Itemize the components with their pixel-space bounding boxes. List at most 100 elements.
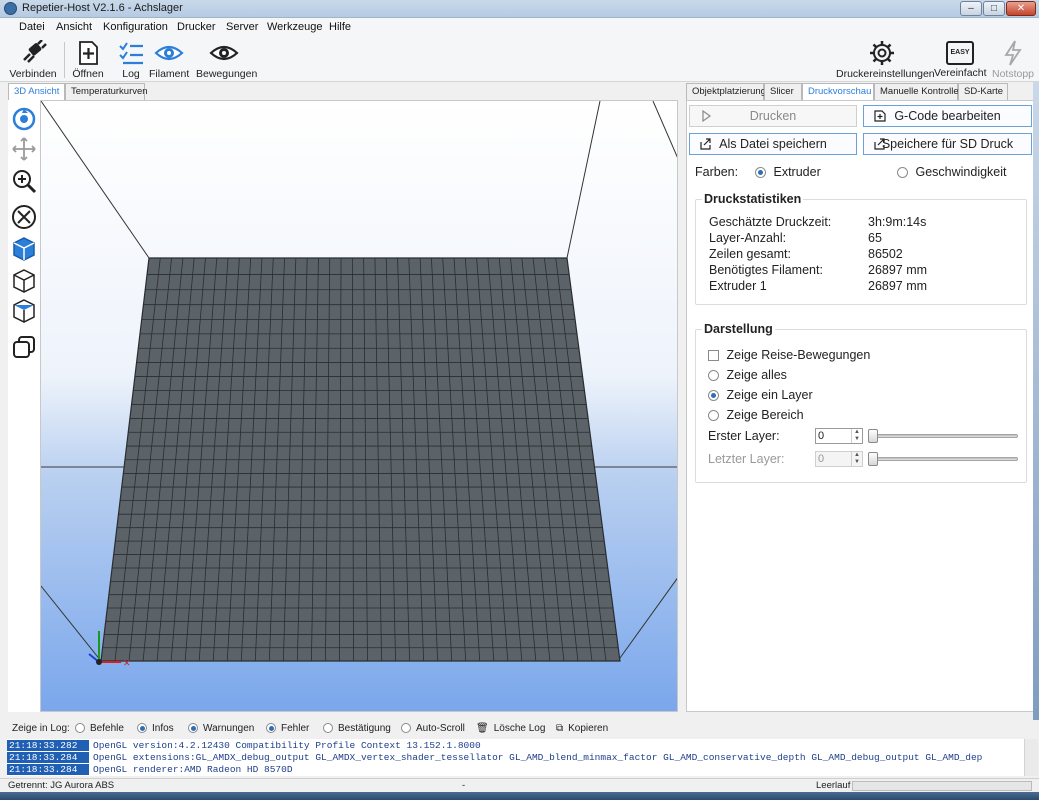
stat-label: Zeilen gesamt: <box>709 247 791 261</box>
show-travel-checkbox[interactable]: Zeige Reise-Bewegungen <box>708 348 870 362</box>
status-bar: Getrennt: JG Aurora ABS - Leerlauf <box>0 778 1039 792</box>
log-errors-toggle[interactable]: Fehler <box>266 723 309 734</box>
print-preview-panel: Drucken G-Code bearbeiten Als Datei spei… <box>686 100 1036 712</box>
menu-hilfe[interactable]: Hilfe <box>329 21 351 33</box>
slider-thumb[interactable] <box>868 429 878 443</box>
open-label: Öffnen <box>72 68 104 80</box>
radio-indicator <box>266 723 276 734</box>
menu-werkzeuge[interactable]: Werkzeuge <box>267 21 322 33</box>
show-all-radio[interactable]: Zeige alles <box>708 368 787 382</box>
save-sd-button[interactable]: Speichere für SD Druck <box>863 133 1032 155</box>
color-extruder-radio[interactable]: Extruder <box>755 165 821 179</box>
toolbar-separator <box>64 42 65 78</box>
menu-ansicht[interactable]: Ansicht <box>56 21 92 33</box>
zoom-icon[interactable] <box>11 168 37 194</box>
tab-3d-view[interactable]: 3D Ansicht <box>8 83 65 101</box>
filament-toggle[interactable]: Filament <box>149 40 189 80</box>
tab-sd-card[interactable]: SD-Karte <box>958 83 1008 100</box>
stat-label: Layer-Anzahl: <box>709 231 787 245</box>
tab-manual-control[interactable]: Manuelle Kontrolle <box>874 83 959 100</box>
tab-object-placement[interactable]: Objektplatzierung <box>686 83 766 100</box>
save-sd-label: Speichere für SD Druck <box>881 137 1014 151</box>
stat-value: 65 <box>868 231 882 245</box>
title-bar: Repetier-Host V2.1.6 - Achslager – □ ✕ <box>0 0 1039 18</box>
printer-settings-label: Druckereinstellungen <box>836 68 935 80</box>
edit-gcode-button[interactable]: G-Code bearbeiten <box>863 105 1032 127</box>
menu-server[interactable]: Server <box>226 21 258 33</box>
first-layer-slider[interactable] <box>868 428 1018 444</box>
close-button[interactable]: ✕ <box>1006 1 1036 16</box>
log-clear-button[interactable]: 🗑 Lösche Log <box>476 723 545 734</box>
color-speed-label: Geschwindigkeit <box>915 165 1007 179</box>
slider-thumb[interactable] <box>868 452 878 466</box>
frame-edge <box>619 577 677 659</box>
spinner-arrows[interactable]: ▲ ▼ <box>851 429 862 443</box>
export-icon <box>874 138 885 150</box>
log-ack-toggle[interactable]: Bestätigung <box>323 723 391 734</box>
log-copy-button[interactable]: ⧉ Kopieren <box>556 723 608 734</box>
radio-indicator <box>401 723 411 734</box>
tab-temperature-curves[interactable]: Temperaturkurven <box>65 83 148 100</box>
clone-view-icon[interactable] <box>11 334 37 360</box>
maximize-button[interactable]: □ <box>983 1 1005 16</box>
menu-datei[interactable]: Datei <box>19 21 45 33</box>
eye-icon <box>154 45 184 61</box>
emergency-stop-button[interactable]: Notstopp <box>991 40 1035 80</box>
right-tabs: Objektplatzierung Slicer Druckvorschau M… <box>686 83 1036 101</box>
show-one-layer-radio[interactable]: Zeige ein Layer <box>708 388 813 402</box>
save-file-label: Als Datei speichern <box>719 137 827 151</box>
tab-print-preview[interactable]: Druckvorschau <box>802 83 874 101</box>
spinner-arrows[interactable]: ▲ ▼ <box>851 452 862 466</box>
cube-side-icon[interactable] <box>11 298 37 324</box>
minimize-button[interactable]: – <box>960 1 982 16</box>
filament-label: Filament <box>149 68 190 80</box>
show-range-radio[interactable]: Zeige Bereich <box>708 408 804 422</box>
print-label: Drucken <box>749 109 797 123</box>
lightning-icon <box>1004 40 1022 66</box>
radio-indicator <box>708 390 719 402</box>
menu-konfiguration[interactable]: Konfiguration <box>103 21 168 33</box>
log-warnings-toggle[interactable]: Warnungen <box>188 723 254 734</box>
printer-state: Leerlauf <box>816 780 851 791</box>
stat-value: 3h:9m:14s <box>868 215 927 229</box>
fit-view-icon[interactable] <box>11 204 37 230</box>
cube-front-icon[interactable] <box>11 236 37 262</box>
printer-settings-button[interactable]: Druckereinstellungen <box>836 40 935 80</box>
log-scrollbar[interactable] <box>1024 739 1038 776</box>
save-file-button[interactable]: Als Datei speichern <box>689 133 857 155</box>
log-button[interactable]: Log <box>116 40 146 80</box>
plug-icon <box>23 40 47 63</box>
svg-text:✕: ✕ <box>123 658 131 668</box>
last-layer-spinner[interactable]: 0 ▲ ▼ <box>815 451 863 467</box>
first-layer-spinner[interactable]: 0 ▲ ▼ <box>815 428 863 444</box>
rotate-icon[interactable] <box>11 106 37 132</box>
window-title: Repetier-Host V2.1.6 - Achslager <box>22 2 183 14</box>
log-autoscroll-toggle[interactable]: Auto-Scroll <box>401 723 465 734</box>
log-clear-label: Lösche Log <box>493 723 546 734</box>
log-commands-label: Befehle <box>90 723 124 734</box>
log-label: Log <box>122 68 140 80</box>
cube-top-icon[interactable] <box>11 268 37 294</box>
3d-viewport[interactable]: ✕ <box>40 100 678 712</box>
easy-mode-button[interactable]: EASY Vereinfacht <box>934 40 987 79</box>
print-button[interactable]: Drucken <box>689 105 857 127</box>
open-button[interactable]: Öffnen <box>70 40 106 80</box>
log-autoscroll-label: Auto-Scroll <box>416 723 465 734</box>
menu-drucker[interactable]: Drucker <box>177 21 216 33</box>
radio-indicator <box>755 167 766 179</box>
move-icon[interactable] <box>11 136 37 162</box>
moves-toggle[interactable]: Bewegungen <box>196 40 257 80</box>
stat-value: 26897 mm <box>868 279 928 293</box>
color-speed-radio[interactable]: Geschwindigkeit <box>897 165 1007 179</box>
log-output[interactable]: 21:18:33.282 OpenGL version:4.2.12430 Com… <box>7 739 1024 776</box>
gear-icon <box>870 41 894 65</box>
display-title: Darstellung <box>702 322 775 336</box>
tab-slicer[interactable]: Slicer <box>764 83 802 100</box>
play-icon <box>702 110 712 122</box>
log-commands-toggle[interactable]: Befehle <box>75 723 124 734</box>
connect-button[interactable]: Verbinden <box>8 40 58 80</box>
last-layer-slider[interactable] <box>868 451 1018 467</box>
log-errors-label: Fehler <box>281 723 310 734</box>
log-infos-toggle[interactable]: Infos <box>137 723 174 734</box>
bed-grid <box>100 257 621 662</box>
